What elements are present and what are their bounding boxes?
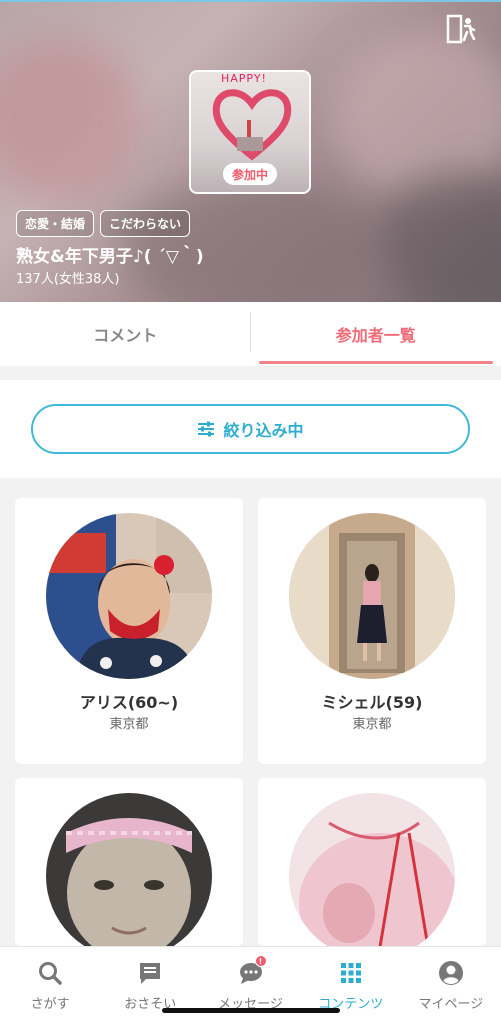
member-count: 137人(女性38人): [16, 272, 120, 287]
tab-divider: [250, 312, 251, 352]
avatar: [289, 793, 455, 946]
joined-badge: 参加中: [223, 163, 277, 185]
member-card[interactable]: [258, 778, 486, 946]
avatar: [289, 513, 455, 679]
avatar: [46, 793, 212, 946]
notification-badge: !: [254, 955, 267, 967]
user-icon: [437, 959, 465, 987]
exit-room-icon[interactable]: [444, 12, 478, 46]
member-name: アリス(60~): [79, 693, 179, 712]
member-name: ミシェル(59): [321, 693, 423, 712]
member-location: 東京都: [109, 717, 149, 732]
nav-label: さがす: [30, 997, 70, 1012]
member-card[interactable]: ミシェル(59) 東京都: [258, 498, 486, 764]
nav-search[interactable]: さがす: [0, 947, 100, 1024]
tag-category: 恋愛・結婚: [16, 210, 95, 237]
invite-icon: [136, 959, 164, 987]
filter-button[interactable]: 絞り込み中: [31, 404, 470, 454]
tag-preference: こだわらない: [100, 210, 191, 237]
community-header: HAPPY! 参加中 恋愛・結婚 こだわらない 熟女&年下男子♪( ´▽｀) 1…: [0, 0, 501, 302]
home-indicator[interactable]: [162, 1008, 340, 1013]
nav-label: マイページ: [418, 997, 484, 1012]
filter-label: 絞り込み中: [223, 421, 304, 440]
filter-sliders-icon: [198, 421, 215, 437]
member-card[interactable]: [15, 778, 243, 946]
community-title: 熟女&年下男子♪( ´▽｀): [16, 247, 204, 267]
grid-icon: [337, 959, 365, 987]
tag-list: 恋愛・結婚 こだわらない: [16, 210, 191, 237]
avatar: [46, 513, 212, 679]
filter-section: 絞り込み中: [0, 380, 501, 478]
search-icon: [36, 959, 64, 987]
member-card[interactable]: アリス(60~) 東京都: [15, 498, 243, 764]
heart-icon: [212, 89, 292, 161]
tab-participants[interactable]: 参加者一覧: [251, 302, 501, 366]
member-location: 東京都: [352, 717, 392, 732]
tab-comments[interactable]: コメント: [0, 302, 251, 366]
chat-icon: !: [237, 955, 267, 987]
nav-mypage[interactable]: マイページ: [401, 947, 501, 1024]
